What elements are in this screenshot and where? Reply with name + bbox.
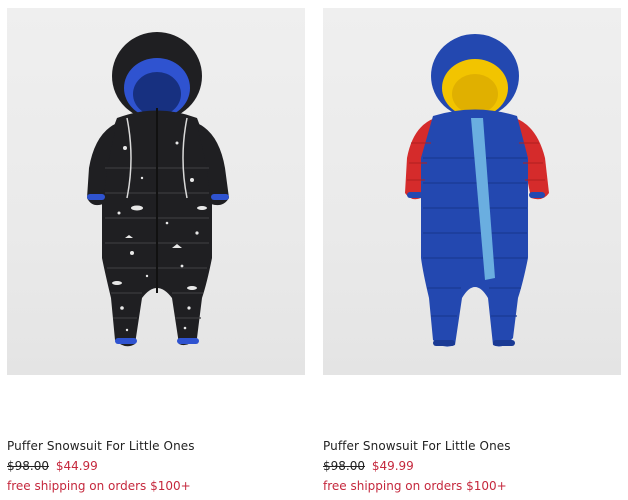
product-image-1[interactable] — [7, 8, 305, 375]
product-title[interactable]: Puffer Snowsuit For Little Ones — [7, 438, 305, 454]
sale-price: $49.99 — [371, 459, 414, 473]
sale-price: $44.99 — [55, 459, 98, 473]
product-card-2[interactable]: Puffer Snowsuit For Little Ones $98.00 $… — [323, 8, 621, 493]
product-info-2: Puffer Snowsuit For Little Ones $98.00 $… — [323, 438, 621, 494]
product-info-1: Puffer Snowsuit For Little Ones $98.00 $… — [7, 438, 305, 494]
shipping-promo: free shipping on orders $100+ — [323, 479, 507, 493]
original-price: $98.00 — [323, 459, 365, 473]
blue-red-snowsuit-illustration — [405, 34, 549, 347]
price-row: $98.00 $44.99 — [7, 458, 305, 474]
original-price: $98.00 — [7, 459, 49, 473]
black-snowsuit-illustration — [87, 32, 229, 347]
product-card-1[interactable]: Puffer Snowsuit For Little Ones $98.00 $… — [7, 8, 305, 493]
shipping-promo: free shipping on orders $100+ — [7, 479, 191, 493]
product-image-2[interactable] — [323, 8, 621, 375]
product-title[interactable]: Puffer Snowsuit For Little Ones — [323, 438, 621, 454]
price-row: $98.00 $49.99 — [323, 458, 621, 474]
